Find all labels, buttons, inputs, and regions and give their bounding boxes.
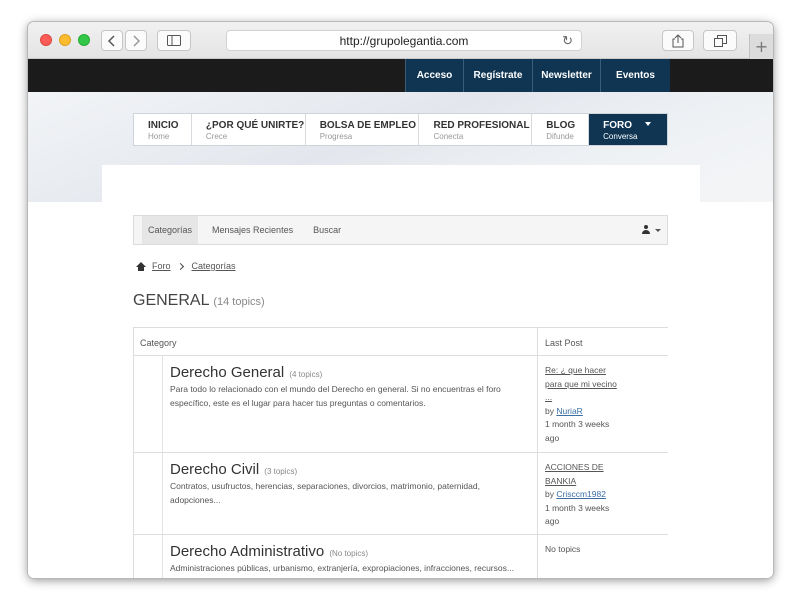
last-post-cell: ACCIONES DE BANKIA by Crisccm1982 1 mont… [545, 461, 625, 529]
topic-count: (4 topics) [289, 370, 323, 379]
chevron-left-icon [108, 34, 115, 47]
last-post-link[interactable]: Re: ¿ que hacer para que mi vecino ... [545, 365, 617, 402]
nav-item-subtitle: Conversa [603, 132, 638, 141]
tab-buscar[interactable]: Buscar [307, 216, 347, 244]
category-link[interactable]: Derecho Administrativo [170, 543, 324, 560]
category-cell: Derecho Administrativo (No topics) Admin… [170, 541, 520, 575]
last-post-by: by [545, 489, 554, 500]
share-icon [672, 33, 684, 47]
url-text: http://grupolegantia.com [339, 33, 469, 48]
category-description: Administraciones públicas, urbanismo, ex… [170, 563, 514, 573]
forum-toolbar: Categorías Mensajes Recientes Buscar [133, 215, 668, 245]
category-description: Contratos, usufructos, herencias, separa… [170, 481, 480, 505]
nav-item-subtitle: Conecta [433, 132, 464, 141]
nav-item-bolsa-de-empleo[interactable]: BOLSA DE EMPLEO Progresa [306, 114, 420, 145]
last-post-none: No topics [545, 544, 581, 554]
share-button[interactable] [662, 30, 694, 51]
website-content: Acceso Regístrate Newsletter Eventos INI… [28, 59, 773, 578]
nav-item-foro[interactable]: FORO Conversa [589, 114, 668, 145]
newsletter-link[interactable]: Newsletter [532, 59, 600, 92]
zoom-window-button[interactable] [78, 34, 90, 46]
top-nav: Acceso Regístrate Newsletter Eventos [405, 59, 670, 92]
nav-item-title: BLOG [546, 120, 576, 131]
page-title: GENERAL (14 topics) [133, 292, 265, 310]
reload-icon[interactable]: ↻ [562, 33, 573, 49]
page-topic-count: (14 topics) [213, 296, 265, 308]
category-description: Para todo lo relacionado con el mundo de… [170, 384, 501, 408]
nav-item-title: INICIO [148, 120, 179, 131]
table-row: Derecho Administrativo (No topics) Admin… [133, 535, 668, 578]
browser-window: http://grupolegantia.com ↻ + Acceso Regí… [28, 22, 773, 578]
row-icon-cell [162, 356, 163, 452]
tabs-icon [713, 34, 727, 47]
nav-item-subtitle: Home [148, 132, 170, 141]
top-bar: Acceso Regístrate Newsletter Eventos [28, 59, 773, 92]
register-link[interactable]: Regístrate [463, 59, 532, 92]
nav-item-subtitle: Progresa [319, 132, 353, 141]
row-icon-cell [162, 535, 163, 578]
category-link[interactable]: Derecho General [170, 364, 284, 381]
chevron-right-icon [133, 34, 140, 47]
login-link[interactable]: Acceso [405, 59, 463, 92]
user-menu-button[interactable] [641, 225, 661, 235]
caret-down-icon [645, 122, 652, 126]
category-cell: Derecho General (4 topics) Para todo lo … [170, 362, 520, 410]
row-icon-cell [162, 453, 163, 534]
nav-item-por-que-unirte[interactable]: ¿POR QUÉ UNIRTE? Crece [192, 114, 306, 145]
last-post-link[interactable]: ACCIONES DE BANKIA [545, 462, 604, 486]
home-icon [136, 261, 146, 271]
last-post-cell: No topics [545, 543, 625, 557]
sidebar-toggle-button[interactable] [157, 30, 191, 51]
page-title-text: GENERAL [133, 292, 209, 309]
category-table: Category Last Post Derecho General (4 to… [133, 327, 668, 578]
last-post-cell: Re: ¿ que hacer para que mi vecino ... b… [545, 364, 625, 446]
nav-item-title: FORO [603, 120, 633, 131]
tab-categorias[interactable]: Categorías [142, 216, 199, 244]
user-icon [641, 225, 651, 235]
tabs-overview-button[interactable] [703, 30, 737, 51]
last-post-author[interactable]: Crisccm1982 [556, 489, 606, 499]
last-post-by: by [545, 405, 554, 416]
nav-item-title: ¿POR QUÉ UNIRTE? [205, 120, 305, 131]
breadcrumb-categorias[interactable]: Categorías [192, 261, 236, 271]
sidebar-icon [167, 35, 181, 46]
new-tab-button[interactable]: + [749, 34, 773, 59]
back-button[interactable] [101, 30, 123, 51]
breadcrumb-foro[interactable]: Foro [152, 261, 171, 271]
table-header: Category Last Post [133, 328, 668, 356]
table-row: Derecho Civil (3 topics) Contratos, usuf… [133, 453, 668, 535]
nav-item-blog[interactable]: BLOG Difunde [532, 114, 590, 145]
nav-item-title: RED PROFESIONAL [433, 120, 530, 131]
nav-item-title: BOLSA DE EMPLEO [319, 120, 416, 131]
table-row: Derecho General (4 topics) Para todo lo … [133, 356, 668, 453]
nav-item-subtitle: Difunde [546, 132, 574, 141]
last-post-author[interactable]: NuriaR [556, 406, 582, 416]
column-header-category: Category [140, 338, 177, 348]
minimize-window-button[interactable] [59, 34, 71, 46]
main-nav: INICIO Home ¿POR QUÉ UNIRTE? Crece BOLSA… [133, 113, 668, 146]
category-cell: Derecho Civil (3 topics) Contratos, usuf… [170, 459, 520, 507]
close-window-button[interactable] [40, 34, 52, 46]
category-link[interactable]: Derecho Civil [170, 461, 259, 478]
breadcrumb: Foro Categorías [136, 261, 236, 271]
nav-item-inicio[interactable]: INICIO Home [134, 114, 192, 145]
nav-item-red-profesional[interactable]: RED PROFESIONAL Conecta [419, 114, 533, 145]
chevron-right-icon [176, 262, 184, 270]
events-link[interactable]: Eventos [600, 59, 670, 92]
caret-down-icon [655, 228, 661, 232]
forward-button[interactable] [125, 30, 147, 51]
address-bar[interactable]: http://grupolegantia.com ↻ [226, 30, 582, 51]
last-post-time: 1 month 3 weeks ago [545, 419, 610, 443]
topic-count: (No topics) [329, 549, 369, 558]
column-header-last-post: Last Post [545, 338, 583, 348]
browser-toolbar: http://grupolegantia.com ↻ + [28, 22, 773, 59]
tab-mensajes-recientes[interactable]: Mensajes Recientes [206, 216, 299, 244]
last-post-time: 1 month 3 weeks ago [545, 502, 610, 527]
topic-count: (3 topics) [264, 467, 298, 476]
nav-item-subtitle: Crece [205, 132, 228, 141]
